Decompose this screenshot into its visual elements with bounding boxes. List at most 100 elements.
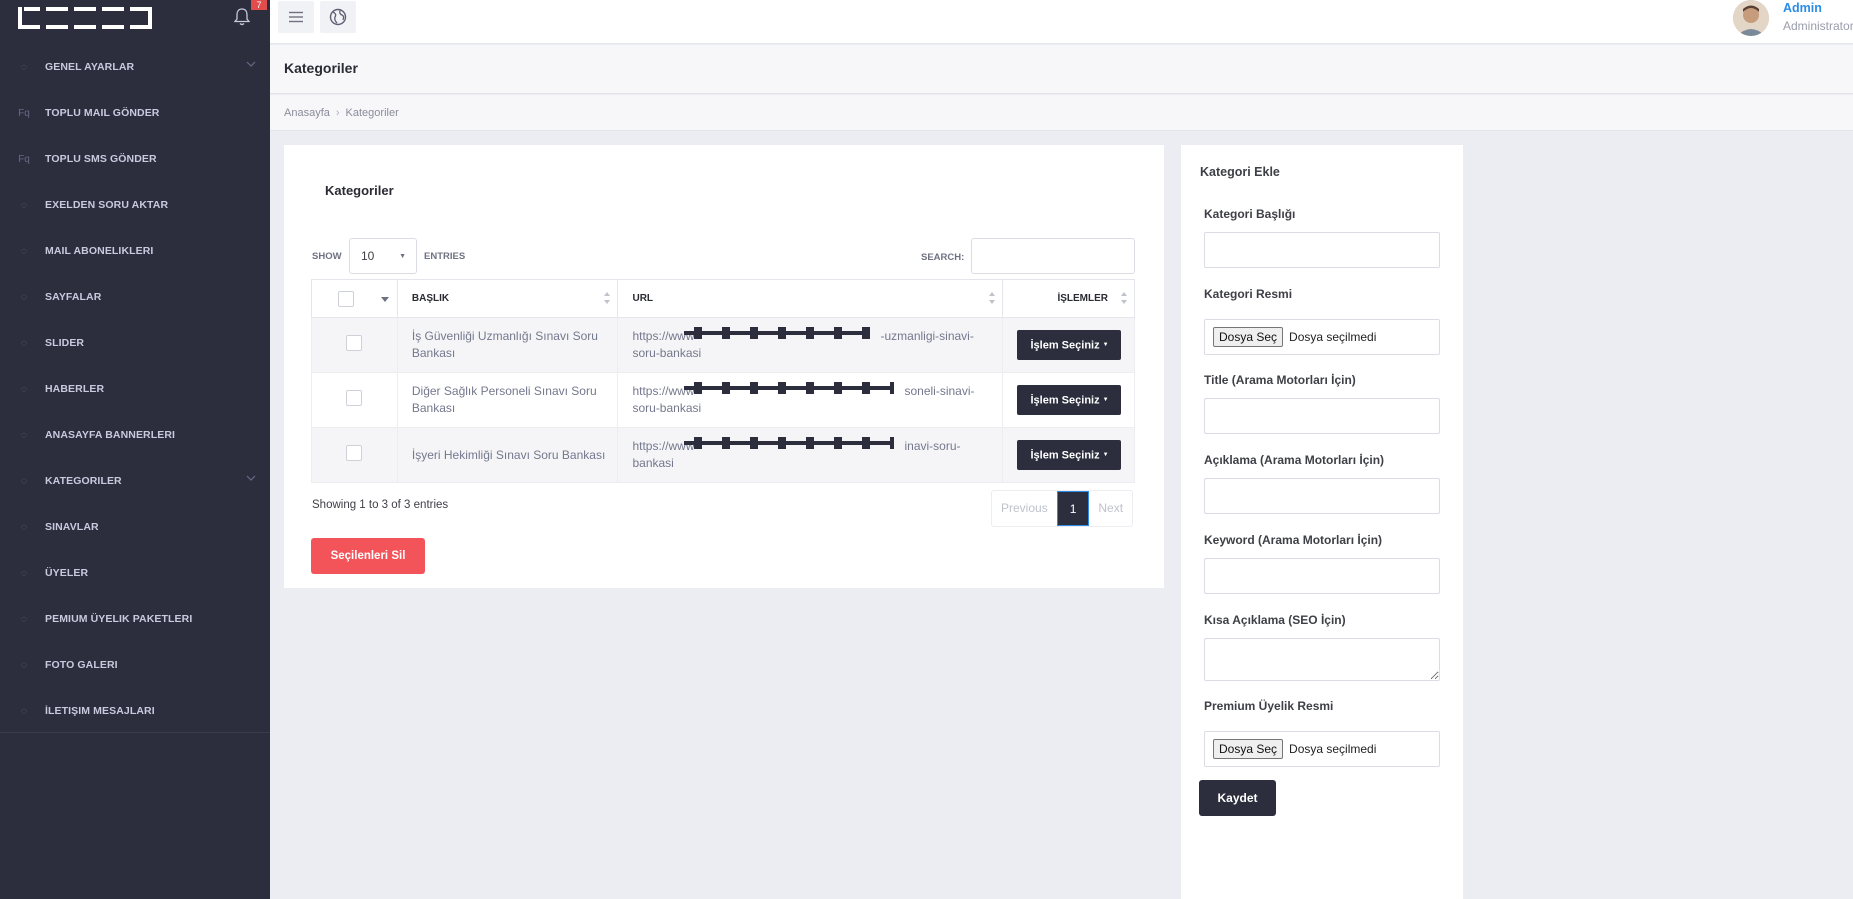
row-select-cell — [311, 317, 398, 373]
fq-icon: Fq — [18, 153, 30, 165]
circle-icon: ◌ — [21, 61, 27, 73]
sidebar-item-7[interactable]: ◌ HABERLER — [0, 366, 270, 412]
seo-description-input[interactable] — [1204, 478, 1440, 514]
sidebar-item-11[interactable]: ◌ ÜYELER — [0, 550, 270, 596]
categories-table: BAŞLIK URL İŞLEMLER İş Güvenliği Uzmanlı… — [311, 279, 1135, 483]
menu-toggle-button[interactable] — [278, 1, 314, 33]
sidebar-item-9[interactable]: ◌ KATEGORILER — [0, 458, 270, 504]
sidebar-item-0[interactable]: ◌ GENEL AYARLAR — [0, 44, 270, 90]
chevron-down-icon — [246, 475, 256, 481]
row-title: İşyeri Hekimliği Sınavı Soru Bankası — [396, 427, 619, 483]
sidebar-item-13[interactable]: ◌ FOTO GALERI — [0, 642, 270, 688]
sidebar-item-3[interactable]: ◌ EXELDEN SORU AKTAR — [0, 182, 270, 228]
column-header-actions[interactable]: İŞLEMLER — [1002, 279, 1135, 318]
short-description-label: Kısa Açıklama (SEO İçin) — [1204, 613, 1346, 627]
file-choose-button[interactable]: Dosya Seç — [1213, 327, 1284, 347]
breadcrumb-home[interactable]: Anasayfa — [284, 107, 330, 119]
seo-title-label: Title (Arama Motorları İçin) — [1204, 373, 1356, 387]
table-row: İş Güvenliği Uzmanlığı Sınavı Soru Banka… — [311, 317, 1135, 373]
sidebar: 7 ◌ GENEL AYARLAR Fq TOPLU MAIL GÖNDER Fq TOP… — [0, 0, 270, 899]
caret-down-icon[interactable] — [380, 297, 389, 302]
caret-down-icon: ▼ — [399, 253, 406, 260]
row-url: https://www soneli-sinavi-soru-bankasi — [617, 372, 1004, 428]
save-button[interactable]: Kaydet — [1199, 780, 1276, 816]
circle-icon: ◌ — [21, 659, 27, 671]
caret-down-icon: ▼ — [1102, 396, 1109, 403]
circle-icon: ◌ — [21, 383, 27, 395]
page-title: Kategoriler — [284, 60, 358, 76]
circle-icon: ◌ — [21, 199, 27, 211]
circle-icon: ◌ — [21, 337, 27, 349]
circle-icon: ◌ — [21, 245, 27, 257]
action-dropdown-button[interactable]: İşlem Seçiniz ▼ — [1016, 329, 1121, 361]
page-1-button[interactable]: 1 — [1056, 491, 1090, 526]
seo-keyword-input[interactable] — [1204, 558, 1440, 594]
sidebar-divider — [0, 732, 270, 733]
breadcrumb-current: Kategoriler — [345, 107, 399, 119]
add-category-form: Kategori Ekle Kategori Başlığı Kategori … — [1181, 145, 1463, 899]
action-dropdown-button[interactable]: İşlem Seçiniz ▼ — [1016, 384, 1121, 416]
user-name[interactable]: Admin — [1783, 1, 1822, 15]
avatar[interactable] — [1733, 0, 1769, 36]
column-header-url[interactable]: URL — [617, 279, 1004, 318]
caret-down-icon: ▼ — [1102, 451, 1109, 458]
website-button[interactable] — [320, 1, 356, 33]
sort-icon — [989, 292, 996, 304]
sidebar-item-label: SAYFALAR — [45, 291, 102, 303]
sidebar-item-label: EXELDEN SORU AKTAR — [45, 199, 169, 211]
entries-select[interactable]: 10 ▼ — [349, 238, 417, 274]
select-all-checkbox[interactable] — [338, 291, 354, 307]
file-choose-button[interactable]: Dosya Seç — [1213, 739, 1284, 759]
globe-icon — [329, 8, 347, 26]
circle-icon: ◌ — [21, 705, 27, 717]
row-actions: İşlem Seçiniz ▼ — [1002, 317, 1135, 373]
column-header-title[interactable]: BAŞLIK — [396, 279, 619, 318]
topbar — [270, 0, 1853, 44]
delete-selected-button[interactable]: Seçilenleri Sil — [311, 538, 425, 574]
column-url-label: URL — [632, 293, 654, 304]
action-dropdown-button[interactable]: İşlem Seçiniz ▼ — [1016, 439, 1121, 471]
next-page-button[interactable]: Next — [1089, 491, 1132, 526]
select-all-header — [311, 279, 398, 318]
sidebar-item-label: TOPLU MAIL GÖNDER — [45, 107, 160, 119]
action-label: İşlem Seçiniz — [1030, 394, 1100, 407]
category-image-file-input[interactable]: Dosya Seç Dosya seçilmedi — [1204, 319, 1440, 355]
sidebar-item-2[interactable]: Fq TOPLU SMS GÖNDER — [0, 136, 270, 182]
seo-keyword-label: Keyword (Arama Motorları İçin) — [1204, 533, 1383, 547]
sidebar-item-5[interactable]: ◌ SAYFALAR — [0, 274, 270, 320]
card-title: Kategoriler — [325, 183, 394, 198]
row-title: İş Güvenliği Uzmanlığı Sınavı Soru Banka… — [396, 317, 619, 373]
sidebar-item-label: PEMIUM ÜYELIK PAKETLERI — [45, 613, 193, 625]
short-description-textarea[interactable] — [1204, 638, 1440, 681]
sidebar-item-10[interactable]: ◌ SINAVLAR — [0, 504, 270, 550]
row-checkbox[interactable] — [346, 444, 363, 461]
row-actions: İşlem Seçiniz ▼ — [1002, 372, 1135, 428]
row-checkbox[interactable] — [346, 389, 363, 406]
sidebar-item-8[interactable]: ◌ ANASAYFA BANNERLERI — [0, 412, 270, 458]
sort-icon — [604, 292, 611, 304]
search-label: SEARCH: — [921, 252, 965, 263]
bell-icon[interactable] — [234, 8, 250, 26]
show-label: SHOW — [312, 251, 342, 262]
sidebar-item-12[interactable]: ◌ PEMIUM ÜYELIK PAKETLERI — [0, 596, 270, 642]
table-row: Diğer Sağlık Personeli Sınavı Soru Banka… — [311, 372, 1135, 428]
premium-image-file-input[interactable]: Dosya Seç Dosya seçilmedi — [1204, 731, 1440, 767]
sidebar-item-6[interactable]: ◌ SLIDER — [0, 320, 270, 366]
redaction-mark — [684, 327, 871, 339]
seo-title-input[interactable] — [1204, 398, 1440, 434]
sidebar-item-label: FOTO GALERI — [45, 659, 118, 671]
action-label: İşlem Seçiniz — [1030, 339, 1100, 352]
sidebar-item-1[interactable]: Fq TOPLU MAIL GÖNDER — [0, 90, 270, 136]
sidebar-item-14[interactable]: ◌ İLETIŞIM MESAJLARI — [0, 688, 270, 734]
sidebar-menu: ◌ GENEL AYARLAR Fq TOPLU MAIL GÖNDER Fq TOPLU… — [0, 44, 270, 734]
search-input[interactable] — [971, 238, 1135, 274]
user-role: Administrator — [1783, 19, 1853, 33]
seo-description-label: Açıklama (Arama Motorları İçin) — [1204, 453, 1385, 467]
caret-down-icon: ▼ — [1102, 341, 1109, 348]
logo — [18, 7, 152, 29]
previous-page-button[interactable]: Previous — [992, 491, 1057, 526]
category-title-input[interactable] — [1204, 232, 1440, 268]
row-checkbox[interactable] — [346, 334, 363, 351]
sidebar-item-4[interactable]: ◌ MAIL ABONELIKLERI — [0, 228, 270, 274]
row-url: https://www inavi-soru-bankasi — [617, 427, 1004, 483]
